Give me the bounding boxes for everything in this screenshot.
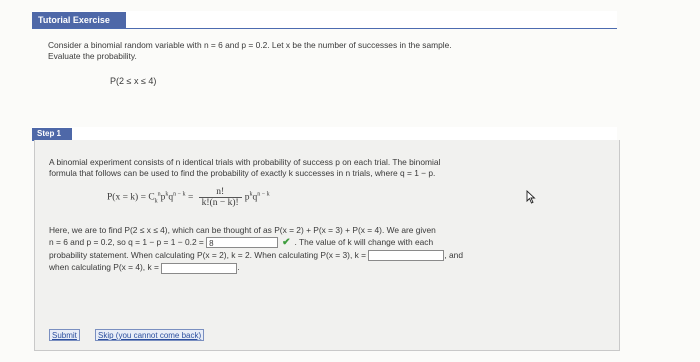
problem-line-2: Evaluate the probability. (48, 51, 137, 61)
formula-fraction: n! k!(n − k)! (198, 187, 242, 208)
k-value-input-4[interactable] (161, 262, 238, 274)
formula-sub-k: k (154, 198, 158, 205)
binomial-formula: P(x = k) = Cknpkqn − k = n! k!(n − k)! p… (107, 187, 270, 208)
body-line-3: probability statement. When calculating … (49, 249, 609, 262)
probability-expression: P(2 ≤ x ≤ 4) (110, 76, 157, 86)
problem-statement: Consider a binomial random variable with… (48, 40, 618, 62)
mouse-pointer-icon (526, 190, 536, 204)
body-line-3-text: probability statement. When calculating … (49, 250, 367, 260)
body-line-2: n = 6 and p = 0.2, so q = 1 − p = 1 − 0.… (49, 236, 609, 249)
fraction-numerator: n! (198, 187, 242, 198)
fraction-denominator: k!(n − k)! (201, 198, 239, 208)
skip-button[interactable]: Skip (you cannot come back) (95, 329, 205, 341)
body-line-4-text: when calculating P(x = 4), k = (49, 262, 159, 273)
tutorial-title: Tutorial Exercise (32, 12, 126, 28)
body-line-4: when calculating P(x = 4), k = . (49, 261, 609, 274)
step-body: Here, we are to find P(2 ≤ x ≤ 4), which… (49, 224, 609, 274)
step-header: Step 1 (32, 127, 617, 141)
body-line-3-post: , and (444, 250, 463, 260)
q-value-input[interactable]: 8 (206, 237, 279, 249)
submit-button[interactable]: Submit (49, 329, 80, 341)
step-intro: A binomial experiment consists of n iden… (49, 157, 609, 179)
step-panel: A binomial experiment consists of n iden… (34, 140, 620, 351)
body-line-2-text: n = 6 and p = 0.2, so q = 1 − p = 1 − 0.… (49, 237, 204, 247)
formula-lhs: P(x = k) = C (107, 192, 155, 203)
check-icon: ✔ (282, 237, 291, 248)
body-line-4-post: . (237, 262, 240, 273)
formula-exp-nk-2: n − k (257, 191, 270, 198)
body-line-1: Here, we are to find P(2 ≤ x ≤ 4), which… (49, 225, 436, 235)
intro-line-2: formula that follows can be used to find… (49, 168, 436, 178)
k-value-input-3[interactable] (368, 250, 445, 262)
tutorial-header: Tutorial Exercise (32, 11, 617, 29)
formula-exp-nk: n − k (173, 191, 186, 198)
intro-line-1: A binomial experiment consists of n iden… (49, 157, 441, 167)
formula-equals: = (185, 192, 196, 203)
problem-line-1: Consider a binomial random variable with… (48, 40, 452, 50)
body-line-2-post: . The value of k will change with each (294, 237, 434, 247)
step-label: Step 1 (32, 128, 72, 140)
